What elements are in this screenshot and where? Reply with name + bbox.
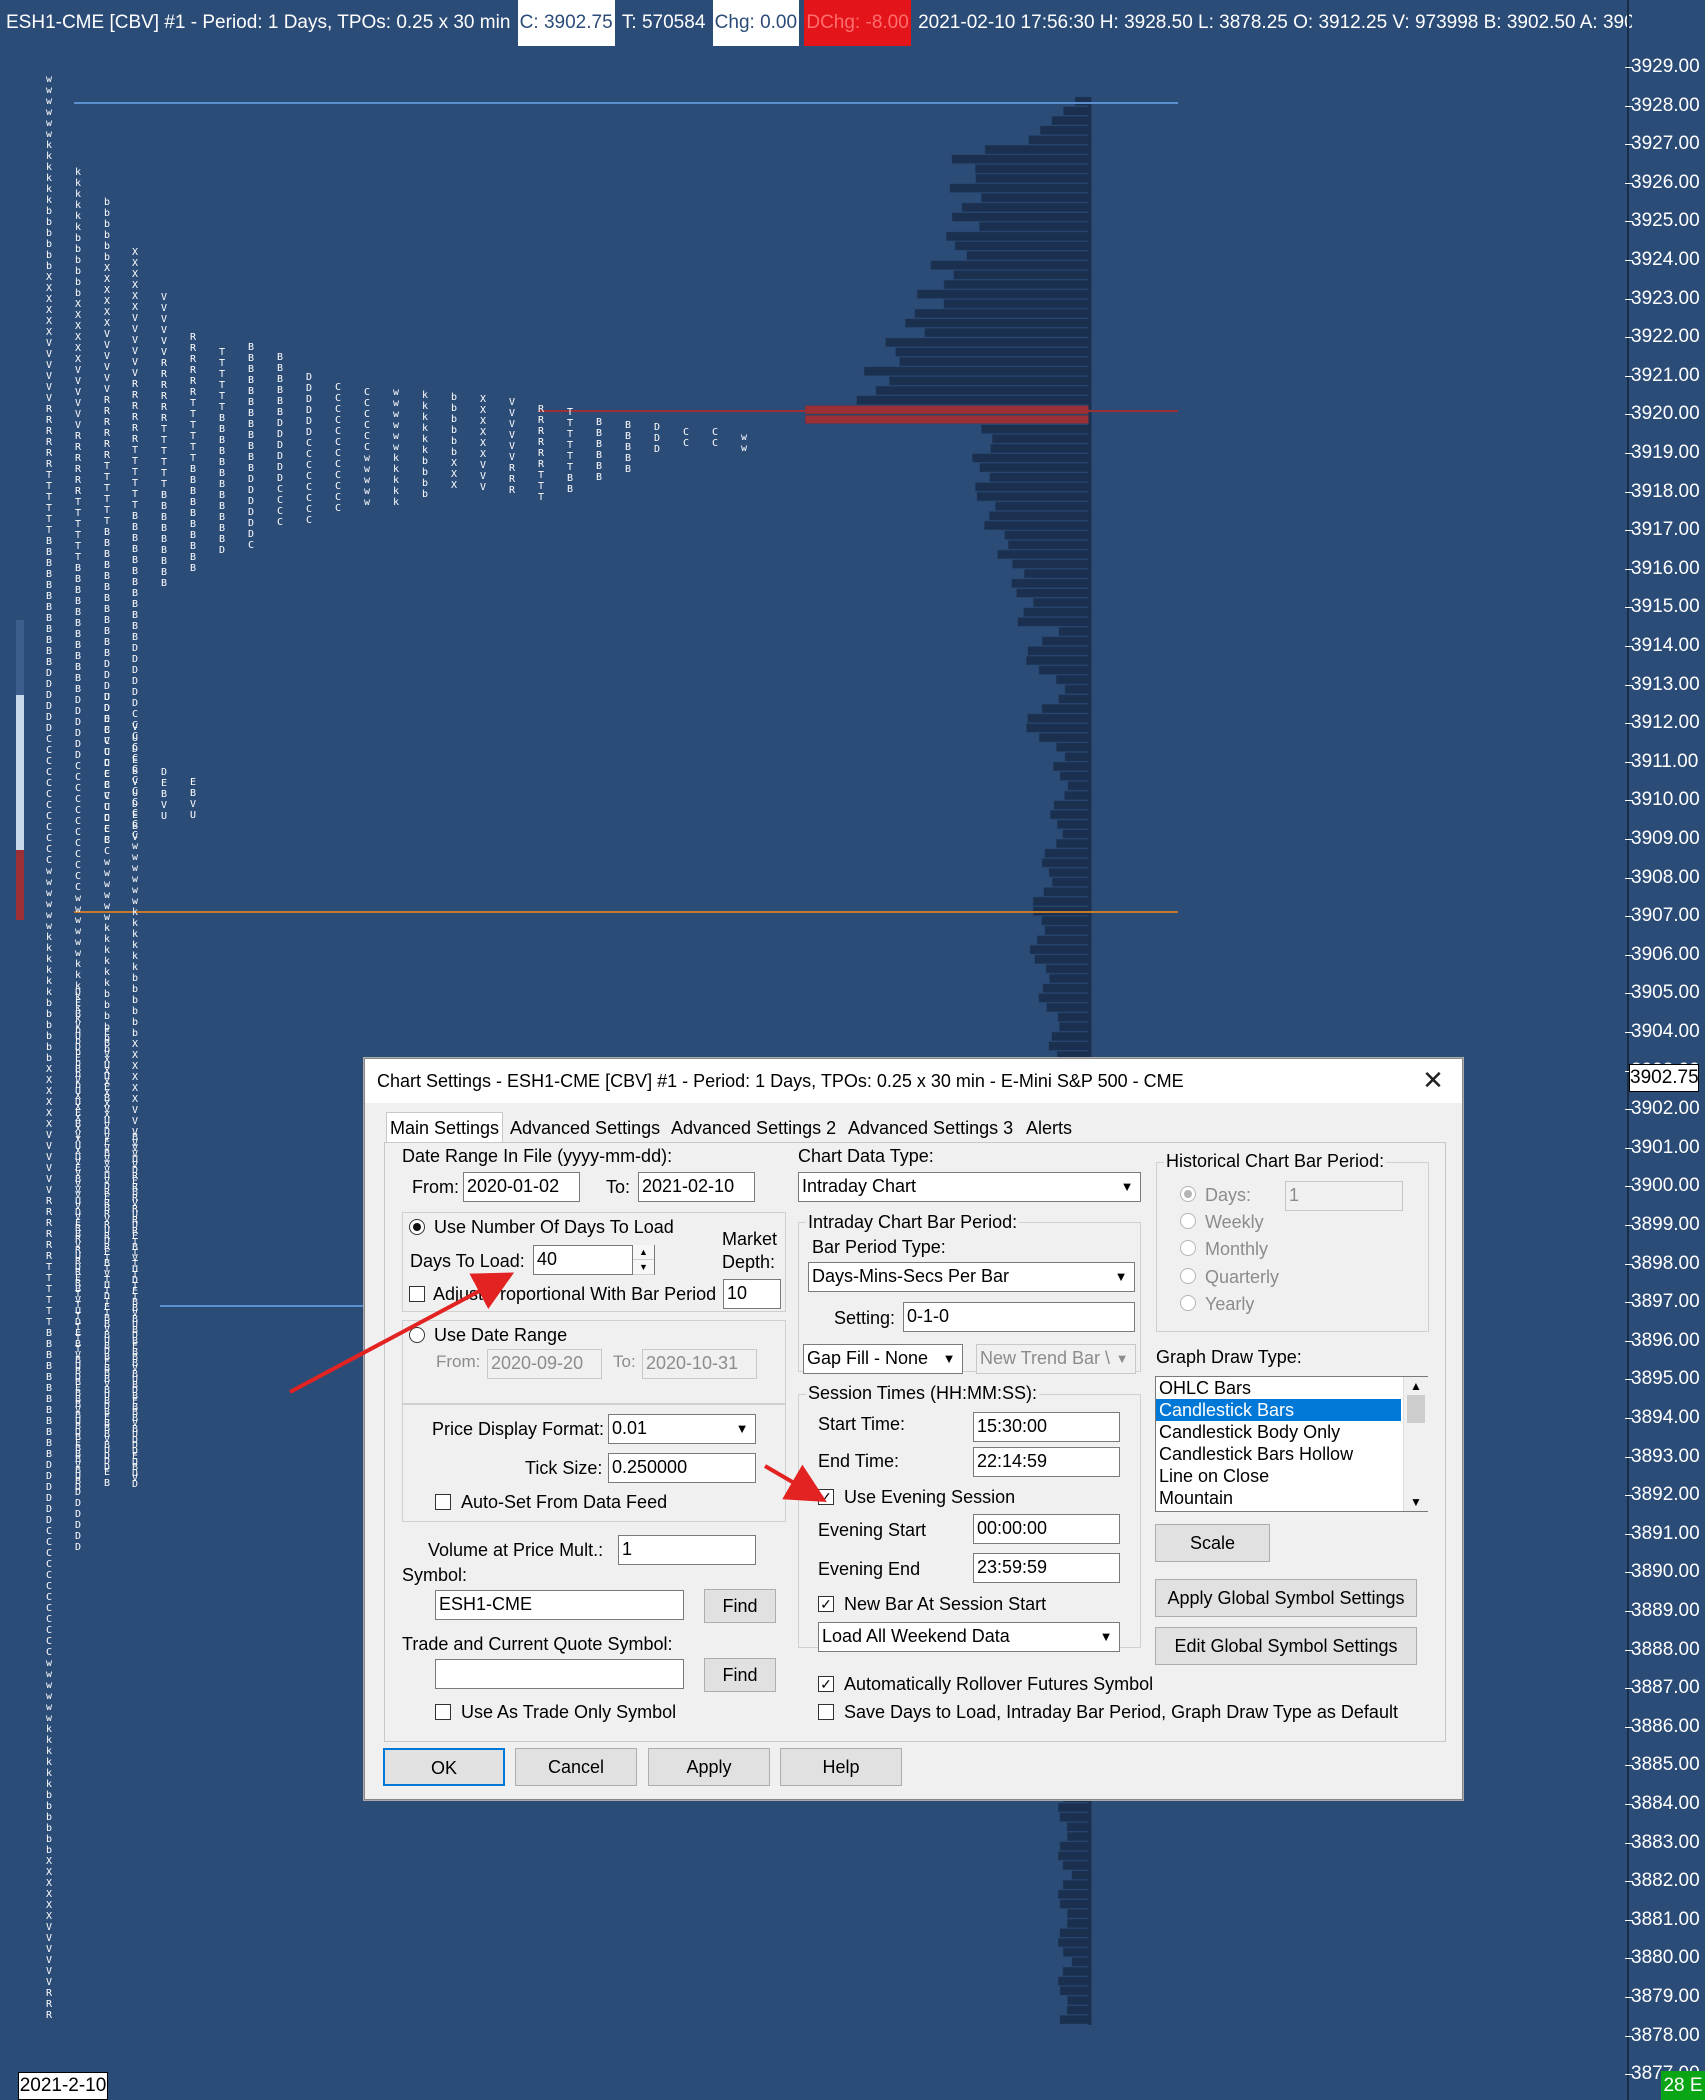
annotation-arrow [763, 1464, 827, 1503]
annotation-overlay [289, 1272, 827, 1503]
annotation-arrow [289, 1272, 515, 1394]
